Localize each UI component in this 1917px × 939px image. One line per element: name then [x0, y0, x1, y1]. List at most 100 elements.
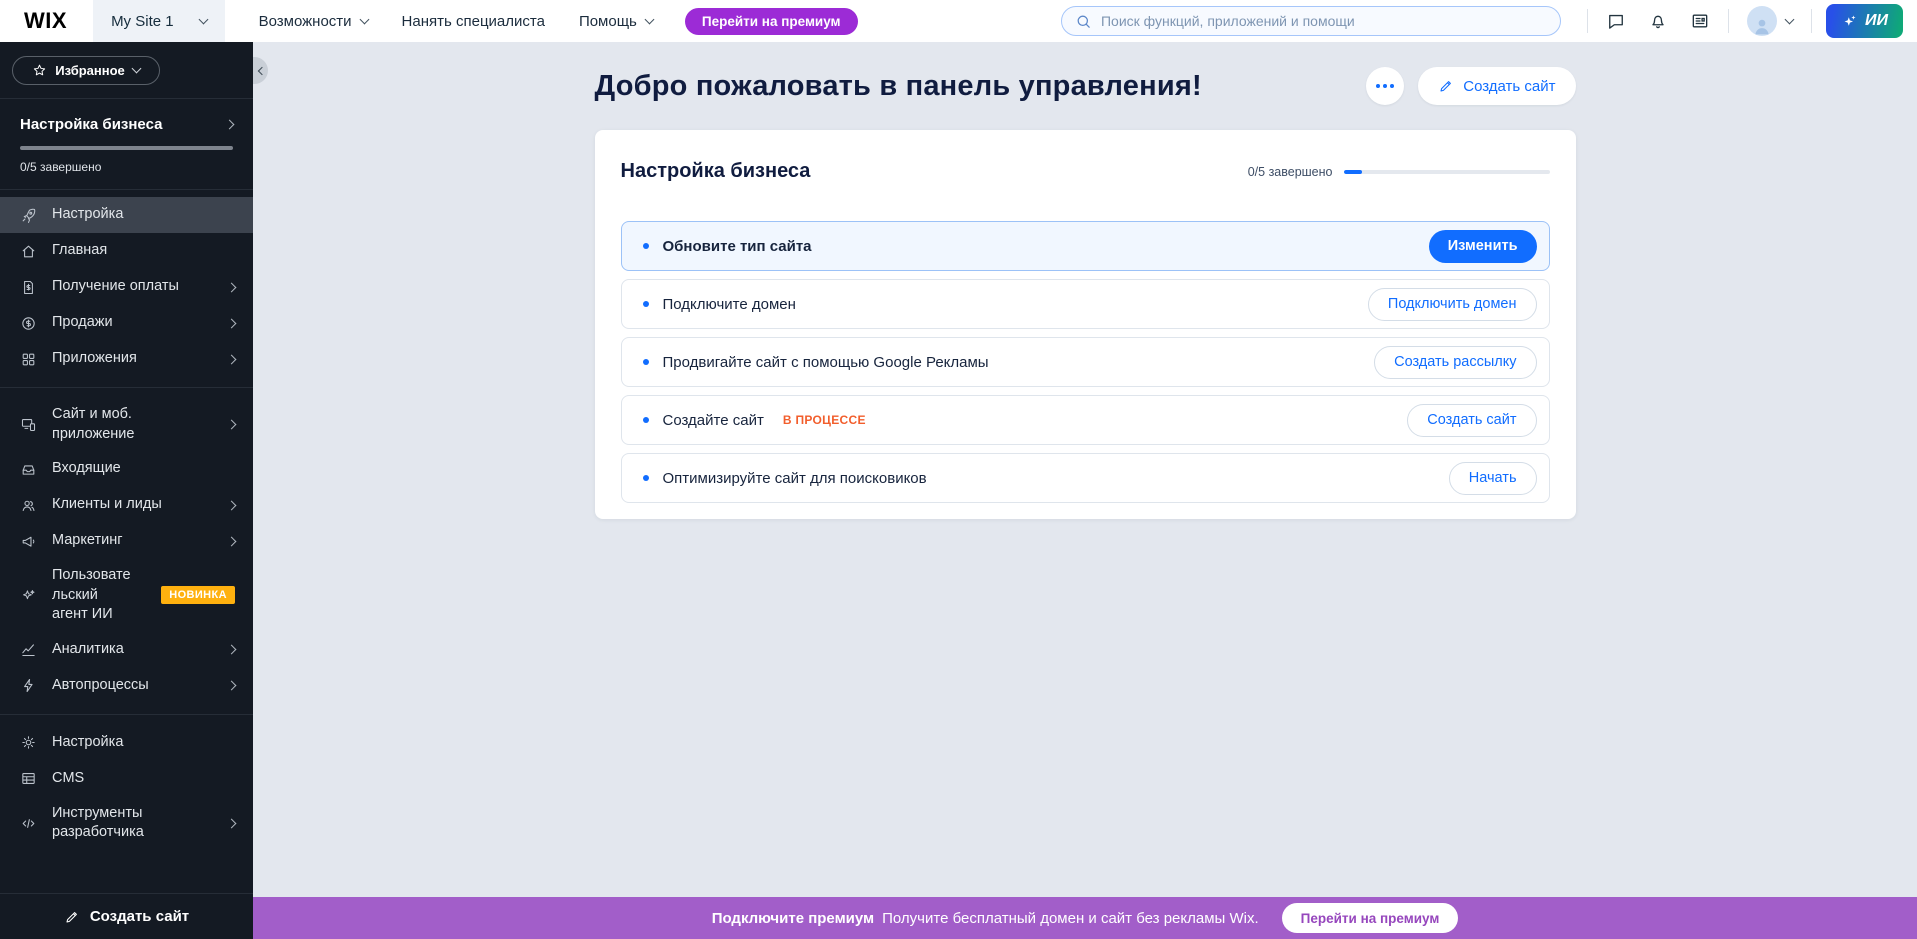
- sidebar: Избранное Настройка бизнеса 0/5 завершен…: [0, 42, 253, 939]
- nav-hire-label: Нанять специалиста: [402, 13, 545, 30]
- task-row-update-site-type[interactable]: Обновите тип сайта Изменить: [621, 221, 1550, 271]
- sparkle-icon: [20, 587, 37, 604]
- account-menu[interactable]: [1747, 6, 1793, 36]
- chevron-right-icon: [227, 318, 237, 328]
- banner-premium-button[interactable]: Перейти на премиум: [1282, 903, 1459, 933]
- sidebar-item-settings[interactable]: Настройка: [0, 725, 253, 761]
- chevron-right-icon: [227, 500, 237, 510]
- sidebar-item-ai-agent[interactable]: Пользовательский агент ИИ НОВИНКА: [0, 559, 253, 632]
- chevron-right-icon: [225, 120, 235, 130]
- wix-logo[interactable]: WIX: [24, 8, 67, 34]
- dollar-circle-icon: [20, 315, 37, 332]
- chevron-right-icon: [227, 354, 237, 364]
- sidebar-item-payments[interactable]: Получение оплаты: [0, 269, 253, 305]
- banner-text: Получите бесплатный домен и сайт без рек…: [882, 910, 1259, 927]
- divider: [0, 387, 253, 388]
- sidebar-item-analytics[interactable]: Аналитика: [0, 632, 253, 668]
- divider: [1811, 9, 1812, 33]
- chat-icon: [1606, 11, 1626, 31]
- sidebar-item-home[interactable]: Главная: [0, 233, 253, 269]
- search-box[interactable]: [1061, 6, 1561, 36]
- sidebar-item-apps[interactable]: Приложения: [0, 341, 253, 377]
- task-start-button[interactable]: Начать: [1449, 462, 1537, 495]
- nav-help-label: Помощь: [579, 13, 637, 30]
- sidebar-item-automations[interactable]: Автопроцессы: [0, 668, 253, 704]
- favorites-label: Избранное: [55, 63, 125, 78]
- megaphone-icon: [20, 533, 37, 550]
- banner-bold-text: Подключите премиум: [712, 910, 874, 927]
- sidebar-item-site-mobile-app[interactable]: Сайт и моб. приложение: [0, 398, 253, 451]
- chevron-right-icon: [227, 681, 237, 691]
- home-icon: [20, 243, 37, 260]
- task-connect-domain-button[interactable]: Подключить домен: [1368, 288, 1537, 321]
- setup-progress-panel[interactable]: Настройка бизнеса 0/5 завершено: [0, 99, 253, 189]
- sidebar-item-setup[interactable]: Настройка: [0, 197, 253, 233]
- nav-features-label: Возможности: [259, 13, 352, 30]
- divider: [0, 714, 253, 715]
- create-site-label: Создать сайт: [90, 908, 189, 925]
- chevron-right-icon: [227, 420, 237, 430]
- create-site-button-label: Создать сайт: [1463, 78, 1555, 95]
- gear-icon: [20, 734, 37, 751]
- sidebar-item-cms[interactable]: CMS: [0, 761, 253, 797]
- task-row-create-site[interactable]: Создайте сайт В ПРОЦЕССЕ Создать сайт: [621, 395, 1550, 445]
- task-edit-button[interactable]: Изменить: [1429, 230, 1537, 263]
- sidebar-item-contacts-leads[interactable]: Клиенты и лиды: [0, 487, 253, 523]
- favorites-button[interactable]: Избранное: [12, 56, 160, 85]
- task-row-seo[interactable]: Оптимизируйте сайт для поисковиков Начат…: [621, 453, 1550, 503]
- inbox-icon: [20, 461, 37, 478]
- search-icon: [1075, 13, 1092, 30]
- bullet-icon: [643, 475, 649, 481]
- search-input[interactable]: [1101, 13, 1547, 29]
- topbar: WIX My Site 1 Возможности Нанять специал…: [0, 0, 1917, 42]
- chevron-down-icon: [644, 14, 654, 24]
- divider: [1587, 9, 1588, 33]
- progress-bar: [20, 146, 233, 150]
- updates-feed-button[interactable]: [1686, 7, 1714, 35]
- more-actions-button[interactable]: [1366, 67, 1404, 105]
- in-progress-status: В ПРОЦЕССЕ: [783, 413, 866, 427]
- task-create-campaign-button[interactable]: Создать рассылку: [1374, 346, 1536, 379]
- sidebar-menu: Настройка Главная Получение оплаты Прода…: [0, 190, 253, 893]
- nav-features[interactable]: Возможности: [259, 13, 368, 30]
- bullet-icon: [643, 243, 649, 249]
- chevron-right-icon: [227, 818, 237, 828]
- chat-button[interactable]: [1602, 7, 1630, 35]
- card-progress-label: 0/5 завершено: [1248, 165, 1333, 179]
- apps-grid-icon: [20, 351, 37, 368]
- setup-title: Настройка бизнеса: [20, 116, 162, 133]
- pencil-icon: [1438, 78, 1454, 94]
- progress-bar: [1344, 170, 1550, 174]
- task-list: Обновите тип сайта Изменить Подключите д…: [621, 221, 1550, 503]
- create-site-button[interactable]: Создать сайт: [1418, 67, 1575, 105]
- nav-hire-professional[interactable]: Нанять специалиста: [402, 13, 545, 30]
- sidebar-item-sales[interactable]: Продажи: [0, 305, 253, 341]
- divider: [1728, 9, 1729, 33]
- ai-assistant-button[interactable]: ИИ: [1826, 4, 1903, 38]
- person-icon: [1751, 16, 1773, 36]
- task-row-connect-domain[interactable]: Подключите домен Подключить домен: [621, 279, 1550, 329]
- avatar: [1747, 6, 1777, 36]
- page-title: Добро пожаловать в панель управления!: [595, 70, 1202, 103]
- topbar-left: WIX My Site 1 Возможности Нанять специал…: [0, 0, 858, 42]
- main-area: Добро пожаловать в панель управления! Со…: [253, 42, 1917, 897]
- sidebar-item-inbox[interactable]: Входящие: [0, 451, 253, 487]
- task-create-site-button[interactable]: Создать сайт: [1407, 404, 1536, 437]
- more-actions-icon: [1376, 84, 1380, 88]
- nav-help[interactable]: Помощь: [579, 13, 653, 30]
- bullet-icon: [643, 417, 649, 423]
- site-mobile-icon: [20, 416, 37, 433]
- sidebar-create-site-button[interactable]: Создать сайт: [0, 893, 253, 939]
- card-progress: 0/5 завершено: [1248, 165, 1550, 179]
- chevron-right-icon: [227, 282, 237, 292]
- progress-label: 0/5 завершено: [20, 160, 233, 174]
- upgrade-premium-button[interactable]: Перейти на премиум: [685, 8, 858, 35]
- sidebar-item-marketing[interactable]: Маркетинг: [0, 523, 253, 559]
- invoice-dollar-icon: [20, 279, 37, 296]
- chevron-down-icon: [131, 64, 141, 74]
- site-switcher[interactable]: My Site 1: [93, 0, 225, 42]
- chevron-down-icon: [1785, 14, 1795, 24]
- task-row-promote-site[interactable]: Продвигайте сайт с помощью Google Реклам…: [621, 337, 1550, 387]
- sidebar-item-dev-tools[interactable]: Инструменты разработчика: [0, 797, 253, 850]
- notifications-button[interactable]: [1644, 7, 1672, 35]
